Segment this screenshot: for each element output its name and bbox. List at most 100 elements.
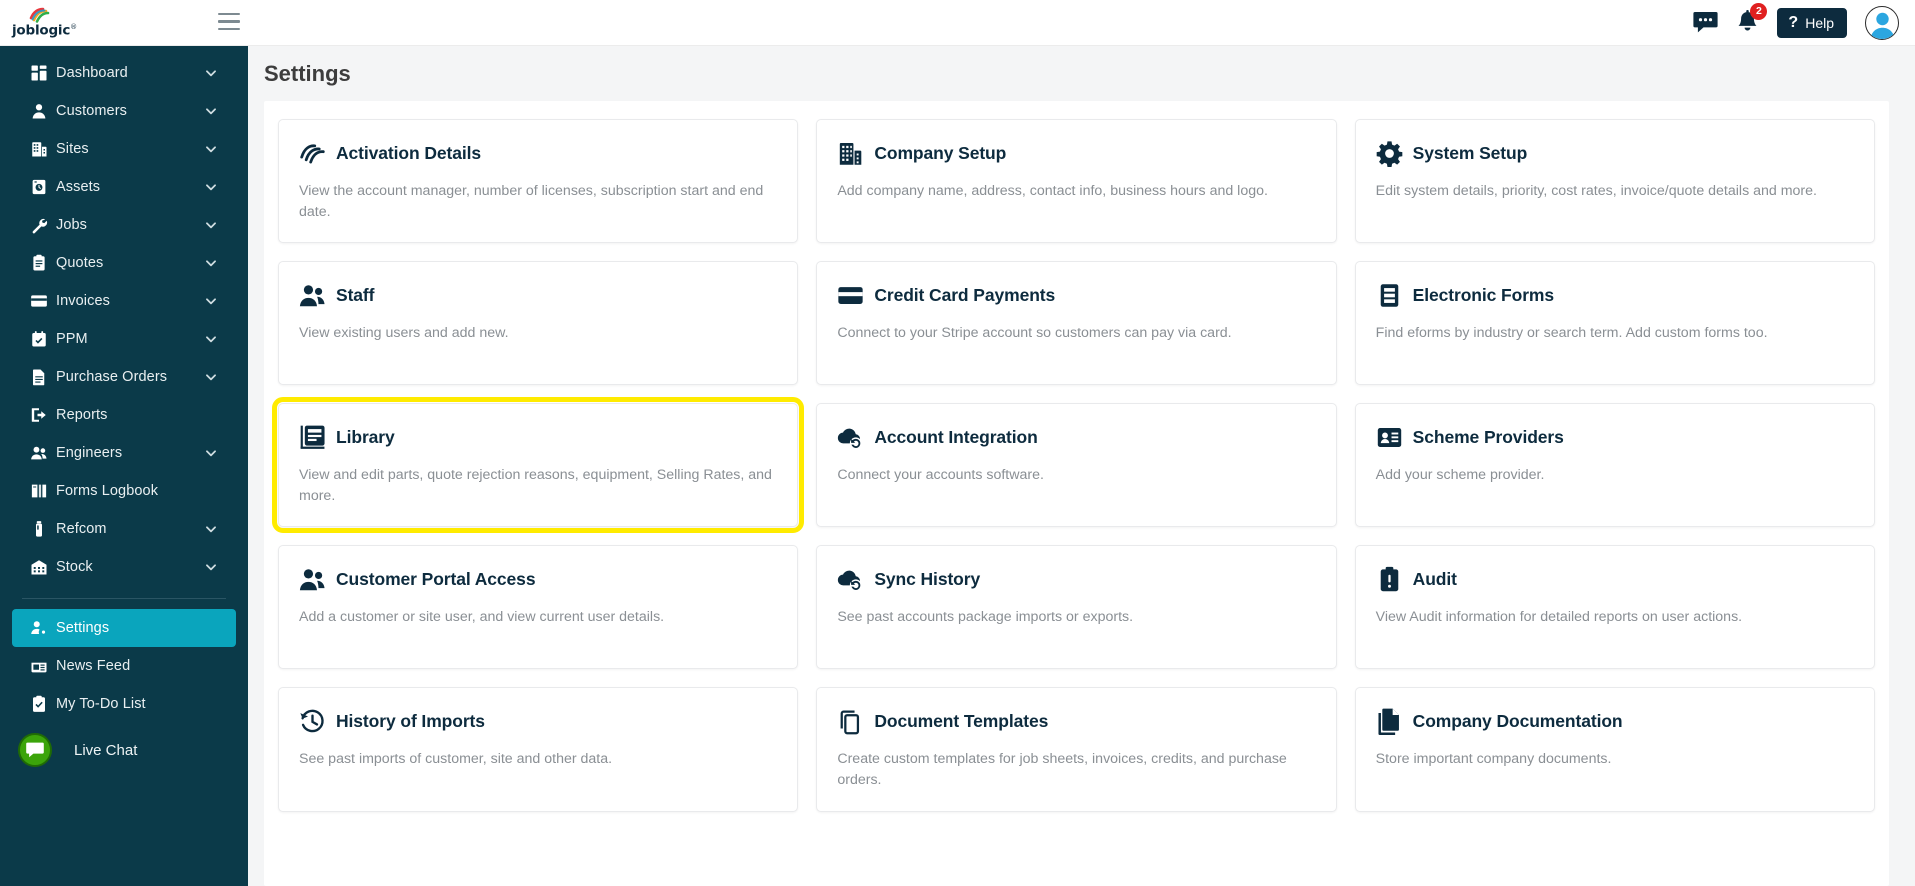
sidebar-item-label: Customers — [56, 103, 127, 119]
sidebar-item-label: Purchase Orders — [56, 369, 168, 385]
sidebar-item-news-feed[interactable]: News Feed — [12, 647, 236, 685]
sidebar-item-assets[interactable]: Assets — [12, 168, 236, 206]
card-header: Library — [299, 424, 779, 451]
sidebar-item-label: News Feed — [56, 658, 131, 674]
settings-card-document-templates[interactable]: Document Templates Create custom template… — [816, 687, 1337, 812]
chat-bubble-icon[interactable] — [1693, 11, 1719, 34]
card-header: Scheme Providers — [1376, 424, 1856, 451]
sidebar-item-label: Forms Logbook — [56, 483, 159, 499]
card-title: History of Imports — [336, 711, 485, 732]
sidebar-item-customers[interactable]: Customers — [12, 92, 236, 130]
card-header: History of Imports — [299, 708, 779, 735]
joblogic-logo-text: joblogic® — [12, 22, 77, 39]
chevron-down-icon[interactable] — [204, 370, 218, 384]
settings-card-customer-portal-access[interactable]: Customer Portal Access Add a customer or … — [278, 545, 799, 670]
sidebar-item-purchase-orders[interactable]: Purchase Orders — [12, 358, 236, 396]
live-chat-button[interactable]: Live Chat — [0, 723, 248, 767]
user-avatar-icon[interactable] — [1865, 5, 1899, 40]
card-header: Document Templates — [837, 708, 1317, 735]
sidebar-item-sites[interactable]: Sites — [12, 130, 236, 168]
sidebar-item-settings[interactable]: Settings — [12, 609, 236, 647]
card-title: Sync History — [874, 569, 981, 590]
help-button[interactable]: ? Help — [1777, 7, 1847, 38]
help-label: Help — [1805, 14, 1834, 31]
chevron-down-icon[interactable] — [204, 256, 218, 270]
sidebar-item-ppm[interactable]: PPM — [12, 320, 236, 358]
chevron-down-icon[interactable] — [204, 522, 218, 536]
chevron-down-icon[interactable] — [204, 560, 218, 574]
settings-card-history-of-imports[interactable]: History of Imports See past imports of cu… — [278, 687, 799, 812]
bell-icon[interactable]: 2 — [1736, 2, 1768, 36]
sidebar-item-label: Invoices — [56, 293, 110, 309]
card-header: Customer Portal Access — [299, 566, 779, 593]
settings-card-company-setup[interactable]: Company Setup Add company name, address, … — [816, 119, 1337, 244]
body-wrapper: Dashboard Customers Sites Assets Jobs Quotes I… — [0, 46, 1915, 886]
building-icon — [837, 140, 864, 167]
document-icon — [30, 368, 56, 386]
chevron-down-icon[interactable] — [204, 294, 218, 308]
sidebar-item-label: Dashboard — [56, 65, 128, 81]
calendar-check-icon — [30, 330, 56, 348]
building-icon — [30, 140, 56, 158]
settings-card-account-integration[interactable]: Account Integration Connect your accounts… — [816, 403, 1337, 528]
sidebar-item-label: Sites — [56, 141, 89, 157]
settings-card-system-setup[interactable]: System Setup Edit system details, priorit… — [1354, 119, 1875, 244]
sidebar-item-reports[interactable]: Reports — [12, 396, 236, 434]
chevron-down-icon[interactable] — [204, 142, 218, 156]
card-description: Find eforms by industry or search term. … — [1375, 325, 1768, 342]
settings-card-audit[interactable]: Audit View Audit information for detailed… — [1354, 545, 1875, 670]
people-icon — [30, 444, 56, 462]
settings-card-library[interactable]: Library View and edit parts, quote reject… — [271, 397, 805, 534]
card-title: Scheme Providers — [1412, 427, 1564, 448]
card-title: Audit — [1412, 569, 1457, 590]
chevron-down-icon[interactable] — [204, 332, 218, 346]
sidebar-item-engineers[interactable]: Engineers — [12, 434, 236, 472]
card-title: System Setup — [1412, 143, 1528, 163]
sidebar-item-label: Settings — [56, 620, 110, 636]
card-description: See past accounts package imports or exp… — [837, 609, 1134, 626]
card-title: Electronic Forms — [1412, 285, 1555, 306]
sidebar-item-quotes[interactable]: Quotes — [12, 244, 236, 282]
sidebar-item-my-to-do-list[interactable]: My To-Do List — [12, 685, 236, 723]
sidebar-item-jobs[interactable]: Jobs — [12, 206, 236, 244]
settings-card-company-documentation[interactable]: Company Documentation Store important com… — [1354, 687, 1875, 812]
card-description: Add company name, address, contact info,… — [837, 183, 1268, 199]
news-icon — [30, 657, 56, 675]
chevron-down-icon[interactable] — [204, 104, 218, 118]
sidebar-item-refcom[interactable]: Refcom — [12, 510, 236, 548]
sidebar-item-invoices[interactable]: Invoices — [12, 282, 236, 320]
settings-card-sync-history[interactable]: Sync History See past accounts package im… — [816, 545, 1337, 670]
sidebar-item-label: PPM — [56, 331, 88, 347]
sidebar-item-dashboard[interactable]: Dashboard — [12, 54, 236, 92]
app-root: joblogic® 2 ? Help Dashboard Customers S… — [0, 0, 1915, 886]
open-book-icon — [30, 482, 56, 500]
card-description: Add your scheme provider. — [1375, 467, 1545, 484]
copy-documents-icon — [837, 708, 864, 735]
settings-card-staff[interactable]: Staff View existing users and add new. — [278, 261, 799, 386]
clipboard-alert-icon — [1376, 566, 1403, 593]
sidebar-item-stock[interactable]: Stock — [12, 548, 236, 586]
settings-card-electronic-forms[interactable]: Electronic Forms Find eforms by industry … — [1354, 261, 1875, 386]
chevron-down-icon[interactable] — [204, 66, 218, 80]
card-header: System Setup — [1376, 140, 1856, 167]
card-header: Staff — [299, 282, 779, 309]
card-description: View existing users and add new. — [299, 325, 509, 342]
joblogic-logo[interactable]: joblogic® — [12, 7, 77, 38]
chevron-down-icon[interactable] — [204, 180, 218, 194]
hamburger-icon[interactable] — [218, 12, 240, 31]
clipboard-icon — [30, 254, 56, 272]
sidebar-item-forms-logbook[interactable]: Forms Logbook — [12, 472, 236, 510]
chevron-down-icon[interactable] — [204, 446, 218, 460]
card-description: See past imports of customer, site and o… — [299, 751, 613, 768]
sidebar-item-label: Reports — [56, 407, 108, 423]
settings-card-activation-details[interactable]: Activation Details View the account manag… — [278, 119, 799, 244]
card-title: Activation Details — [336, 143, 482, 163]
settings-panel: Activation Details View the account manag… — [264, 101, 1889, 886]
settings-card-credit-card-payments[interactable]: Credit Card Payments Connect to your Stri… — [816, 261, 1337, 386]
chevron-down-icon[interactable] — [204, 218, 218, 232]
settings-card-scheme-providers[interactable]: Scheme Providers Add your scheme provider… — [1354, 403, 1875, 528]
cylinder-icon — [30, 520, 56, 538]
card-description: View and edit parts, quote rejection rea… — [299, 467, 772, 504]
form-lines-icon — [1376, 282, 1403, 309]
id-card-icon — [1376, 424, 1403, 451]
